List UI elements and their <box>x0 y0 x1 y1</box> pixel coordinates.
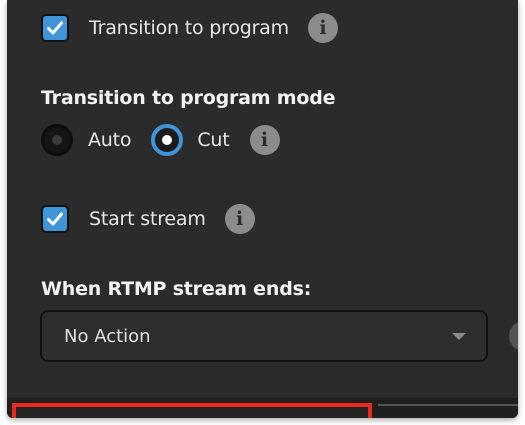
cut-radio-label: Cut <box>197 129 230 151</box>
transition-to-program-checkbox[interactable] <box>41 14 69 42</box>
rtmp-end-action-dropdown[interactable]: No Action <box>40 310 488 362</box>
chevron-down-icon <box>452 332 466 340</box>
rtmp-stream-ends-heading: When RTMP stream ends: <box>41 278 312 300</box>
start-stream-row: Start stream i <box>41 204 255 234</box>
transition-to-program-row: Transition to program i <box>41 13 338 43</box>
start-stream-label: Start stream <box>89 208 206 230</box>
transition-mode-heading: Transition to program mode <box>41 87 336 109</box>
auto-radio[interactable] <box>41 124 73 156</box>
highlight-box <box>12 403 372 418</box>
transition-to-program-label: Transition to program <box>89 17 289 39</box>
check-icon <box>47 21 63 35</box>
transition-mode-radio-group: Auto Cut i <box>41 124 280 156</box>
auto-radio-label: Auto <box>88 129 132 151</box>
check-icon <box>47 212 63 226</box>
info-icon[interactable]: i <box>249 125 280 155</box>
info-icon[interactable]: i <box>224 204 255 234</box>
start-stream-checkbox[interactable] <box>41 205 69 233</box>
info-icon[interactable]: i <box>307 13 338 43</box>
cut-radio[interactable] <box>151 124 184 156</box>
settings-panel: Transition to program i Transition to pr… <box>7 0 518 418</box>
divider <box>378 404 518 406</box>
info-icon[interactable] <box>509 321 518 351</box>
rtmp-end-action-value: No Action <box>64 325 151 347</box>
